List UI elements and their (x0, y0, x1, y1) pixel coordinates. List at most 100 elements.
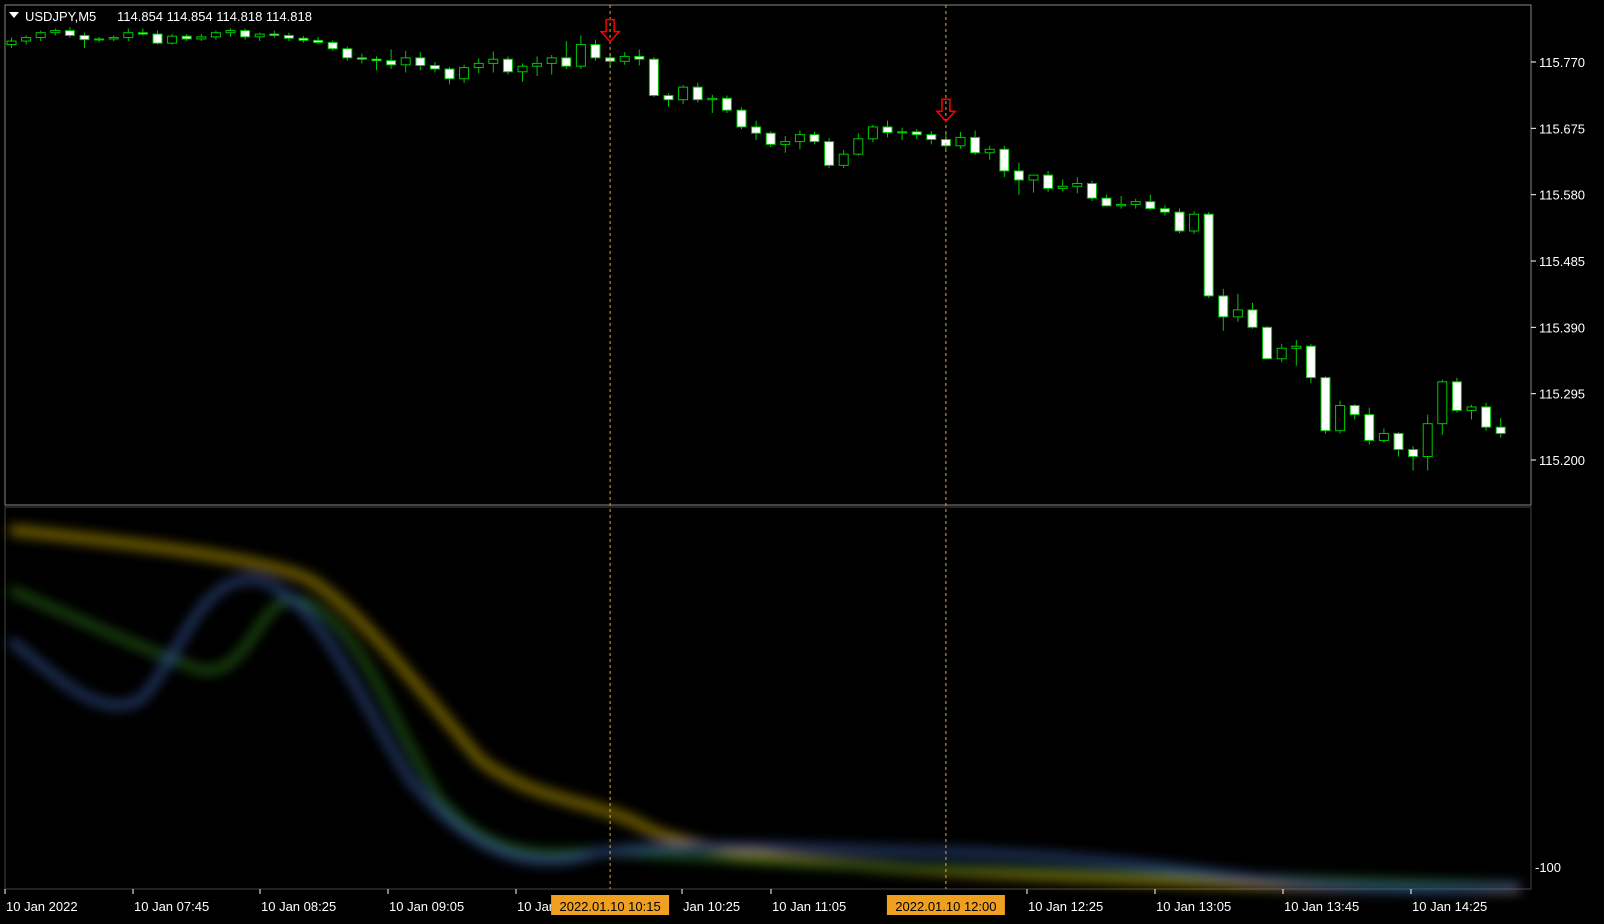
candle-body (1057, 185, 1068, 189)
candle-body (181, 35, 192, 40)
candle-body (210, 32, 221, 38)
candle-body (79, 34, 90, 41)
candle-body (809, 134, 820, 143)
y-tick-label: 115.580 (1539, 188, 1585, 203)
candle-body (751, 126, 762, 134)
y-tick-label: 115.200 (1539, 453, 1585, 468)
candle-body (926, 134, 937, 141)
candle-body (167, 35, 178, 44)
candle-body (502, 58, 513, 73)
candle (1320, 376, 1331, 434)
candle-body (1203, 213, 1214, 297)
price-chart[interactable]: 115.770 115.675 115.580 115.485 115.390 115.2… (0, 0, 1604, 924)
candle-body (254, 33, 265, 38)
candle-body (35, 32, 46, 39)
candle-body (269, 33, 280, 36)
candle-body (590, 44, 601, 59)
candle-body (1422, 423, 1433, 458)
candle-body (1247, 309, 1258, 328)
candle-body (123, 32, 134, 39)
candle-body (1276, 347, 1287, 360)
candle-body (984, 148, 995, 154)
candle-body (721, 97, 732, 111)
candle-body (196, 36, 207, 40)
candle-body (1086, 182, 1097, 199)
candle-body (64, 30, 75, 36)
candle-body (1043, 174, 1054, 189)
candle-body (867, 126, 878, 140)
candle-body (619, 55, 630, 62)
candle (736, 107, 747, 130)
candle-body (313, 39, 324, 43)
candle-body (1116, 203, 1127, 207)
candle (1262, 325, 1273, 360)
candle (1203, 212, 1214, 299)
candle-body (1305, 345, 1316, 379)
candle-body (794, 134, 805, 143)
candle-body (342, 48, 353, 59)
candle-body (94, 38, 105, 41)
candle-body (327, 41, 338, 50)
candle-body (853, 138, 864, 155)
candle-body (6, 40, 17, 46)
candle-body (459, 67, 470, 80)
candle (1335, 400, 1346, 434)
indicator-axis-label: -100 (1535, 860, 1561, 875)
candle-body (356, 57, 367, 60)
candle-body (415, 57, 426, 66)
x-tick-label: 10 Jan (517, 899, 556, 914)
y-tick-label: 115.770 (1539, 55, 1585, 70)
candle-body (386, 60, 397, 66)
y-tick-label: 115.675 (1539, 121, 1585, 136)
candle-body (298, 37, 309, 41)
candle-body (970, 136, 981, 154)
candle-body (824, 141, 835, 166)
candle-body (1013, 170, 1024, 181)
candle-body (546, 57, 557, 64)
candle-body (692, 86, 703, 101)
candle (721, 95, 732, 113)
candle-body (1349, 405, 1360, 416)
candle-body (1495, 426, 1506, 434)
x-tick-label: 10 Jan 11:05 (772, 899, 846, 914)
candle-body (1101, 197, 1112, 207)
candle (1086, 180, 1097, 201)
candle-body (1451, 381, 1462, 411)
candle-body (1028, 174, 1039, 181)
candle (1189, 211, 1200, 234)
candle (765, 131, 776, 148)
x-tick-label: 10 Jan 2022 (6, 899, 78, 914)
candle-body (897, 131, 908, 134)
y-tick-label: 115.485 (1539, 254, 1585, 269)
candle-body (1364, 414, 1375, 441)
candle-body (400, 57, 411, 66)
candle (1174, 208, 1185, 234)
candle-body (780, 141, 791, 145)
candle-body (152, 33, 163, 44)
candle-body (1262, 326, 1273, 360)
symbol-label: USDJPY,M5 (25, 9, 96, 24)
candle-body (473, 62, 484, 69)
candle-body (444, 68, 455, 80)
candle-body (999, 148, 1010, 172)
candle-body (532, 62, 543, 67)
x-tick-label: 10 Jan 13:05 (1156, 899, 1231, 914)
ohlc-values: 114.854 114.854 114.818 114.818 (117, 9, 312, 24)
candle-body (371, 58, 382, 62)
candle-body (1437, 381, 1448, 425)
candle-body (137, 32, 148, 35)
candle-body (1481, 406, 1492, 428)
candle-body (1218, 295, 1229, 318)
candle-body (765, 132, 776, 145)
x-tick-label: 10 Jan 08:25 (261, 899, 336, 914)
candle (502, 56, 513, 75)
candle-body (50, 30, 61, 34)
candle-body (707, 97, 718, 101)
y-tick-label: 115.390 (1539, 320, 1585, 335)
candle-body (283, 34, 294, 39)
candle-body (1145, 201, 1156, 210)
candle-body (1378, 432, 1389, 441)
candle-body (634, 55, 645, 60)
candle-body (1466, 406, 1477, 411)
candle-body (429, 64, 440, 70)
